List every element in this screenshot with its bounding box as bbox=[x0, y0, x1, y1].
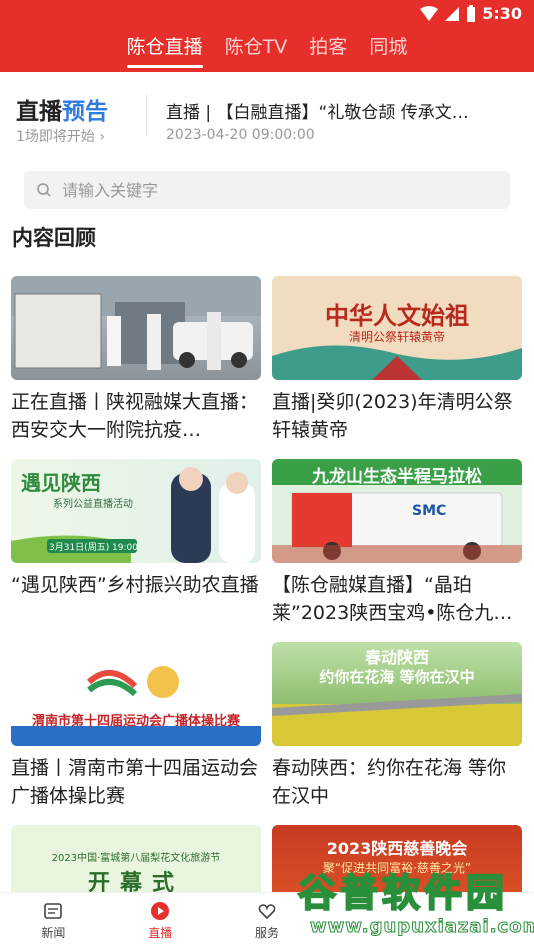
wifi-icon bbox=[420, 5, 439, 21]
status-bar: 5:30 bbox=[0, 0, 534, 28]
thumb-subtitle: 2023中国·富城第八届梨花文化旅游节 bbox=[51, 853, 221, 864]
thumb-title: 九龙山生态半程马拉松 bbox=[312, 467, 482, 487]
content-card[interactable]: 春动陕西 约你在花海 等你在汉中 春动陕西：约你在花海 等你在汉中 bbox=[272, 642, 522, 810]
bottom-tab-news[interactable]: 新闻 bbox=[0, 893, 107, 948]
news-icon bbox=[44, 903, 63, 919]
preview-divider bbox=[146, 94, 147, 136]
thumb-title: 中华人文始祖 bbox=[325, 302, 469, 330]
thumb-title: 渭南市第十四届运动会广播体操比赛 bbox=[31, 714, 240, 729]
preview-time: 2023-04-20 09:00:00 bbox=[166, 127, 315, 143]
thumb-subtitle: 清明公祭轩辕黄帝 bbox=[348, 330, 445, 344]
content-card[interactable]: 遇见陕西 系列公益直播活动 3月31日(周五) 19:00 “遇见陕西”乡村振兴… bbox=[11, 459, 261, 627]
status-time: 5:30 bbox=[482, 4, 522, 23]
live-preview[interactable]: 直播预告 1场即将开始 › 直播 | 【白融直播】“礼敬仓颉 传承文… 2023… bbox=[0, 72, 534, 156]
bottom-tab-label: 新闻 bbox=[41, 926, 66, 940]
search-icon bbox=[37, 183, 51, 197]
section-title: 内容回顾 bbox=[12, 226, 96, 250]
watermark-url: www.gupuxiazai.com bbox=[309, 916, 534, 938]
bottom-tab-label: 直播 bbox=[148, 926, 173, 940]
content-card[interactable]: 九龙山生态半程马拉松 SMC 【陈仓融媒直播】“晶珀莱”2023陕西宝鸡•陈仓九… bbox=[272, 459, 522, 627]
card-thumbnail bbox=[11, 276, 261, 380]
thumb-date: 3月31日(周五) 19:00 bbox=[49, 543, 138, 553]
watermark: 谷普软件园 www.gupuxiazai.com bbox=[292, 862, 534, 946]
thumb-title: 2023陕西慈善晚会 bbox=[326, 839, 468, 858]
tab-chencang-tv[interactable]: 陈仓TV bbox=[225, 28, 288, 72]
bottom-tab-live[interactable]: 直播 bbox=[107, 893, 214, 948]
thumb-subtitle: 约你在花海 等你在汉中 bbox=[319, 668, 475, 686]
tab-tongcheng[interactable]: 同城 bbox=[369, 28, 407, 72]
live-icon bbox=[151, 902, 170, 920]
service-icon bbox=[258, 904, 276, 920]
content-card[interactable]: 正在直播丨陕视融媒大直播：西安交大一附院抗疫… bbox=[11, 276, 261, 444]
bottom-tab-label: 服务 bbox=[254, 926, 279, 940]
card-thumbnail: 中华人文始祖 清明公祭轩辕黄帝 bbox=[272, 276, 522, 380]
search-bar[interactable] bbox=[24, 171, 510, 209]
top-tab-bar: 陈仓直播 陈仓TV 拍客 同城 bbox=[0, 28, 534, 72]
card-caption: 直播丨渭南市第十四届运动会广播体操比赛 bbox=[11, 757, 259, 807]
status-icons: 5:30 bbox=[420, 4, 522, 23]
thumb-subtitle: 系列公益直播活动 bbox=[53, 499, 133, 510]
card-caption: 春动陕西：约你在花海 等你在汉中 bbox=[272, 757, 507, 807]
tab-paike[interactable]: 拍客 bbox=[309, 28, 347, 72]
watermark-title: 谷普软件园 bbox=[297, 870, 509, 916]
preview-label: 直播预告 bbox=[16, 99, 108, 125]
content-card[interactable]: 渭南市第十四届运动会广播体操比赛 直播丨渭南市第十四届运动会广播体操比赛 bbox=[11, 642, 261, 810]
card-thumbnail: 春动陕西 约你在花海 等你在汉中 bbox=[272, 642, 522, 746]
thumb-title: 遇见陕西 bbox=[21, 471, 101, 495]
preview-title[interactable]: 直播 | 【白融直播】“礼敬仓颉 传承文… bbox=[166, 98, 516, 123]
content-card[interactable]: 中华人文始祖 清明公祭轩辕黄帝 直播|癸卯(2023)年清明公祭轩辕黄帝 bbox=[272, 276, 522, 444]
tab-chencang-live[interactable]: 陈仓直播 bbox=[126, 28, 203, 72]
card-caption: 正在直播丨陕视融媒大直播：西安交大一附院抗疫… bbox=[11, 391, 259, 441]
search-input[interactable] bbox=[62, 180, 462, 200]
thumb-subtitle: SMC bbox=[412, 503, 447, 519]
card-thumbnail: 九龙山生态半程马拉松 SMC bbox=[272, 459, 522, 563]
card-caption: 直播|癸卯(2023)年清明公祭轩辕黄帝 bbox=[272, 391, 513, 441]
card-thumbnail: 遇见陕西 系列公益直播活动 3月31日(周五) 19:00 bbox=[11, 459, 261, 563]
card-caption: “遇见陕西”乡村振兴助农直播 bbox=[11, 574, 259, 596]
preview-count[interactable]: 1场即将开始 › bbox=[16, 126, 105, 146]
card-caption: 【陈仓融媒直播】“晶珀莱”2023陕西宝鸡•陈仓九… bbox=[272, 574, 513, 624]
card-thumbnail: 渭南市第十四届运动会广播体操比赛 bbox=[11, 642, 261, 746]
signal-icon bbox=[445, 6, 460, 21]
battery-icon bbox=[467, 4, 476, 22]
thumb-title: 春动陕西 bbox=[364, 648, 429, 667]
